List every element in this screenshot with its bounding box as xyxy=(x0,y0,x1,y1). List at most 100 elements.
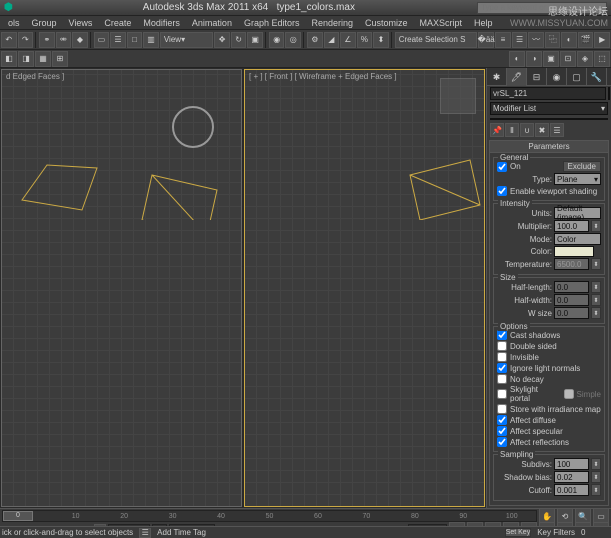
unique-button[interactable]: ∪ xyxy=(520,123,534,137)
menu-group[interactable]: Group xyxy=(26,18,63,28)
subdivs-input[interactable]: 100 xyxy=(554,458,589,470)
exclude-button[interactable]: Exclude xyxy=(563,161,601,172)
enable-vp-shading-checkbox[interactable] xyxy=(497,186,507,196)
affect-diffuse-checkbox[interactable] xyxy=(497,415,507,425)
tab-display[interactable]: ▢ xyxy=(567,68,587,86)
select-filter-button[interactable]: ▥ xyxy=(143,32,159,48)
script-listener-button[interactable]: ☰ xyxy=(139,528,151,538)
ignore-normals-checkbox[interactable] xyxy=(497,363,507,373)
on-checkbox[interactable] xyxy=(497,162,507,172)
bind-button[interactable]: ◆ xyxy=(72,32,88,48)
menu-maxscript[interactable]: MAXScript xyxy=(414,18,469,28)
skylight-portal-checkbox[interactable] xyxy=(497,389,507,399)
shadow-bias-input[interactable]: 0.02 xyxy=(554,471,589,483)
time-slider[interactable]: 0 xyxy=(3,511,33,521)
setkey-button[interactable]: Set Key xyxy=(505,528,532,537)
key-filters-button[interactable]: Key Filters xyxy=(537,528,575,537)
no-decay-checkbox[interactable] xyxy=(497,374,507,384)
cast-shadows-checkbox[interactable] xyxy=(497,330,507,340)
viewport-right[interactable]: [ + ] [ Front ] [ Wireframe + Edged Face… xyxy=(244,69,485,507)
configure-button[interactable]: ☰ xyxy=(550,123,564,137)
menu-help[interactable]: Help xyxy=(468,18,499,28)
double-sided-checkbox[interactable] xyxy=(497,341,507,351)
select-rect-button[interactable]: □ xyxy=(127,32,143,48)
align-button[interactable]: ≡ xyxy=(495,32,511,48)
frame-input[interactable]: 0 xyxy=(581,528,609,537)
store-irr-checkbox[interactable] xyxy=(497,404,507,414)
curve-editor-button[interactable]: 〰 xyxy=(528,32,544,48)
select-button[interactable]: ▭ xyxy=(94,32,110,48)
link-button[interactable]: ⚭ xyxy=(39,32,55,48)
viewport-left[interactable]: d Edged Faces ] xyxy=(1,69,242,507)
spinner-snap-button[interactable]: ⬍ xyxy=(373,32,389,48)
tool2-c[interactable]: ▦ xyxy=(35,51,51,67)
menu-grapheditors[interactable]: Graph Editors xyxy=(238,18,306,28)
menu-rendering[interactable]: Rendering xyxy=(305,18,359,28)
tool2-a[interactable]: ◧ xyxy=(1,51,17,67)
tool2-r1[interactable]: ◐ xyxy=(509,51,525,67)
remove-mod-button[interactable]: ✖ xyxy=(535,123,549,137)
percent-snap-button[interactable]: % xyxy=(357,32,373,48)
half-width-input[interactable]: 0.0 xyxy=(554,294,589,306)
pin-stack-button[interactable]: 📌 xyxy=(490,123,504,137)
mode-dropdown[interactable]: Color xyxy=(554,233,601,245)
type-dropdown[interactable]: Plane▾ xyxy=(554,173,601,185)
tool2-r5[interactable]: ◈ xyxy=(577,51,593,67)
named-sel-dropdown[interactable]: Create Selection S xyxy=(395,32,478,48)
render-setup-button[interactable]: 🎬 xyxy=(578,32,594,48)
units-dropdown[interactable]: Default (image) xyxy=(554,207,601,219)
affect-refl-checkbox[interactable] xyxy=(497,437,507,447)
layers-button[interactable]: ☰ xyxy=(512,32,528,48)
tool2-r4[interactable]: ⊡ xyxy=(560,51,576,67)
view-dropdown[interactable]: View ▾ xyxy=(160,32,213,48)
unlink-button[interactable]: ⚮ xyxy=(56,32,72,48)
snap-button[interactable]: ◢ xyxy=(324,32,340,48)
manip-button[interactable]: ⚙ xyxy=(307,32,323,48)
rollout-header[interactable]: Parameters xyxy=(490,141,608,153)
rotate-button[interactable]: ↻ xyxy=(231,32,247,48)
modifier-stack[interactable]: VLP ♀ VRayLight xyxy=(490,118,608,120)
menu-views[interactable]: Views xyxy=(63,18,99,28)
object-name-input[interactable] xyxy=(490,87,606,100)
add-time-tag[interactable]: Add Time Tag xyxy=(157,528,206,537)
ref-coord-button[interactable]: ◉ xyxy=(269,32,285,48)
menu-create[interactable]: Create xyxy=(98,18,137,28)
render-button[interactable]: ▶ xyxy=(594,32,610,48)
tool2-r3[interactable]: ▣ xyxy=(543,51,559,67)
tool2-r6[interactable]: ⬚ xyxy=(594,51,610,67)
show-end-button[interactable]: Ⅱ xyxy=(505,123,519,137)
menu-modifiers[interactable]: Modifiers xyxy=(137,18,186,28)
cutoff-input[interactable]: 0.001 xyxy=(554,484,589,496)
material-button[interactable]: ◐ xyxy=(561,32,577,48)
mirror-button[interactable]: �ää xyxy=(478,32,494,48)
rollout-parameters: Parameters General On Exclude Type: Plan… xyxy=(489,140,609,506)
tool2-b[interactable]: ◨ xyxy=(18,51,34,67)
menu-tools[interactable]: ols xyxy=(2,18,26,28)
tab-create[interactable]: ✱ xyxy=(487,68,507,86)
tab-motion[interactable]: ◉ xyxy=(547,68,567,86)
undo-button[interactable]: ↶ xyxy=(1,32,17,48)
redo-button[interactable]: ↷ xyxy=(18,32,34,48)
select-name-button[interactable]: ☰ xyxy=(110,32,126,48)
tab-modify[interactable]: 🖊 xyxy=(507,68,527,86)
move-button[interactable]: ✥ xyxy=(214,32,230,48)
multiplier-input[interactable]: 100.0 xyxy=(554,220,589,232)
affect-specular-checkbox[interactable] xyxy=(497,426,507,436)
tool2-d[interactable]: ⊞ xyxy=(52,51,68,67)
invisible-checkbox[interactable] xyxy=(497,352,507,362)
scale-button[interactable]: ▣ xyxy=(247,32,263,48)
half-length-input[interactable]: 0.0 xyxy=(554,281,589,293)
angle-snap-button[interactable]: ∠ xyxy=(340,32,356,48)
menu-customize[interactable]: Customize xyxy=(359,18,414,28)
tab-utilities[interactable]: 🔧 xyxy=(587,68,607,86)
color-swatch[interactable] xyxy=(554,246,594,257)
schematic-button[interactable]: ⿻ xyxy=(545,32,561,48)
tool2-r2[interactable]: ◑ xyxy=(526,51,542,67)
modifier-list-dropdown[interactable]: Modifier List▾ xyxy=(490,102,608,115)
menu-animation[interactable]: Animation xyxy=(186,18,238,28)
center-button[interactable]: ◎ xyxy=(285,32,301,48)
multiplier-spinner[interactable]: ⬍ xyxy=(591,220,601,232)
timeline[interactable]: 0 0102030405060708090100 xyxy=(2,510,537,522)
object-color-swatch[interactable] xyxy=(608,87,610,100)
tab-hierarchy[interactable]: ⊟ xyxy=(527,68,547,86)
